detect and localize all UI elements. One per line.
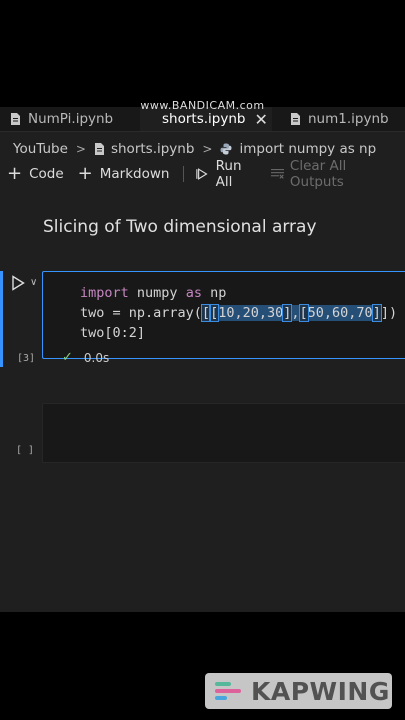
markdown-cell-text[interactable]: Slicing of Two dimensional array xyxy=(43,217,317,237)
run-all-button[interactable]: Run All xyxy=(196,158,256,190)
python-icon xyxy=(220,143,232,155)
breadcrumb-root[interactable]: YouTube xyxy=(13,141,68,157)
breadcrumb: YouTube > shorts.ipynb > import numpy as… xyxy=(13,140,376,158)
cell-focus-indicator xyxy=(0,271,3,367)
breadcrumb-symbol[interactable]: import numpy as np xyxy=(239,141,376,157)
code-token-bracket: [ xyxy=(200,304,212,322)
plus-icon: + xyxy=(7,163,23,184)
cell-status: ✓ 0.0s xyxy=(62,350,109,365)
clear-all-icon xyxy=(270,169,284,179)
code-token-bracket: [ xyxy=(298,304,309,322)
code-token: np xyxy=(201,285,227,301)
code-token-selected: , xyxy=(291,305,300,321)
execution-time: 0.0s xyxy=(83,350,110,365)
add-code-label: Code xyxy=(29,166,64,182)
chevron-right-icon: > xyxy=(75,142,86,156)
code-token-bracket: ] xyxy=(371,304,382,322)
clear-all-label: Clear All Outputs xyxy=(289,158,347,190)
file-icon xyxy=(94,143,104,155)
kapwing-text: KAPWING xyxy=(251,676,390,706)
check-icon: ✓ xyxy=(62,350,73,365)
plus-icon: + xyxy=(77,163,93,184)
run-all-icon xyxy=(196,168,208,180)
code-token-keyword: as xyxy=(185,285,202,301)
kapwing-logo-icon xyxy=(215,682,241,700)
kapwing-watermark: KAPWING xyxy=(205,673,392,709)
code-token-bracket: [ xyxy=(209,304,220,322)
notebook-window: NumPi.ipynb shorts.ipynb ✕ num1.ipynb Yo… xyxy=(0,107,405,612)
file-icon xyxy=(291,113,300,125)
bandicam-watermark: www.BANDICAM.com xyxy=(140,99,265,112)
close-icon[interactable]: ✕ xyxy=(254,110,267,129)
run-cell-icon[interactable] xyxy=(11,275,25,291)
code-line-3: two[0:2] xyxy=(80,325,146,341)
clear-all-outputs-button[interactable]: Clear All Outputs xyxy=(270,158,391,190)
code-token-selected: 50,60,70 xyxy=(307,305,373,321)
code-line-1: import numpy as np xyxy=(80,283,397,303)
chevron-down-icon[interactable]: ∨ xyxy=(30,277,37,288)
code-token: ) xyxy=(388,305,398,321)
tab-label: NumPi.ipynb xyxy=(28,111,114,127)
execution-count-empty: [ ] xyxy=(16,445,35,456)
file-icon xyxy=(11,113,20,125)
add-code-button[interactable]: + Code xyxy=(7,165,64,183)
run-all-label: Run All xyxy=(215,158,242,190)
chevron-right-icon: > xyxy=(202,142,213,156)
code-line-2: two = np.array([[10,20,30],[50,60,70]]) xyxy=(80,303,397,323)
code-token-selected: 10,20,30 xyxy=(218,305,284,321)
breadcrumb-file[interactable]: shorts.ipynb xyxy=(111,141,194,157)
execution-count: [3] xyxy=(17,353,36,364)
empty-code-cell[interactable] xyxy=(42,403,405,463)
code-token-bracket: ] xyxy=(380,305,389,321)
code-token: two = np.array( xyxy=(80,305,202,321)
code-content: import numpy as np two = np.array([[10,20… xyxy=(80,283,397,343)
code-token-keyword: import xyxy=(80,285,129,301)
toolbar-divider xyxy=(183,166,185,182)
tab-label: shorts.ipynb xyxy=(162,111,246,127)
add-markdown-button[interactable]: + Markdown xyxy=(78,165,170,183)
add-markdown-label: Markdown xyxy=(99,166,170,182)
tab-label: num1.ipynb xyxy=(308,111,389,127)
notebook-toolbar: + Code + Markdown Run All Clear All Outp… xyxy=(7,158,405,190)
code-token: numpy xyxy=(128,285,186,301)
